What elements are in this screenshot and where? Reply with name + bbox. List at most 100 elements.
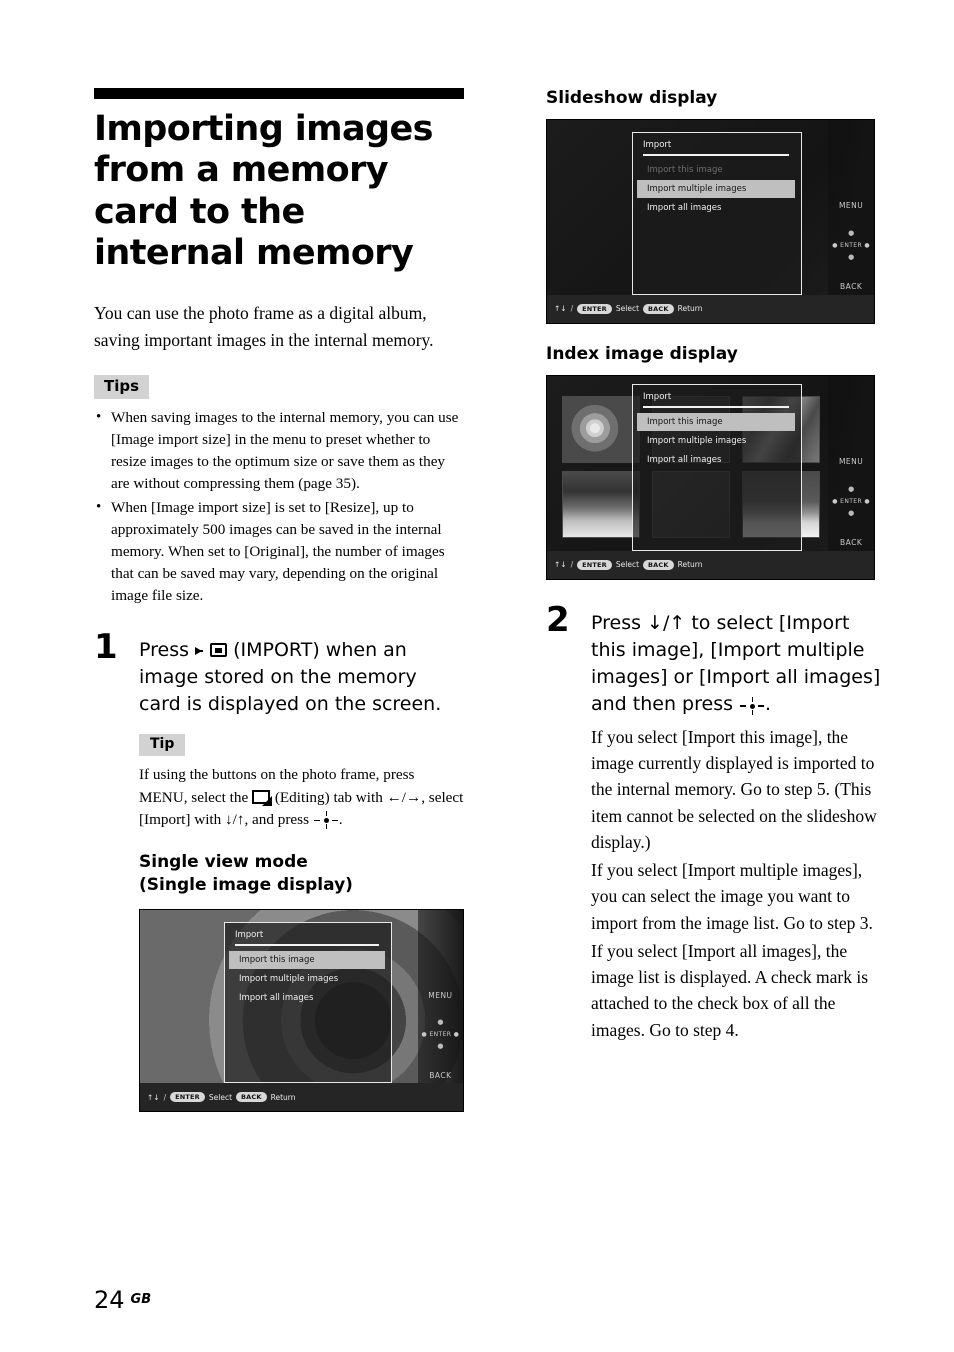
menu-title: Import (234, 930, 264, 941)
page-region-label: GB (130, 1292, 152, 1307)
device-status-bar: ↑↓ / ENTER Select BACK Return (140, 1083, 463, 1112)
arrows-icon: ↑↓ (147, 1092, 160, 1102)
enter-button-label[interactable]: ● ENTER ● (418, 1031, 463, 1038)
single-view-line-2: (Single image display) (139, 875, 353, 896)
device-status-bar: ↑↓ / ENTER Select BACK Return (547, 550, 874, 579)
screenshot-single-image-display: Import Import this image Import multiple… (139, 909, 464, 1113)
arrows-icon: ↑↓ (554, 560, 567, 570)
step-2-paragraph: If you select [Import multiple images], … (591, 860, 873, 933)
right-column: Slideshow display Import Import this ima… (546, 88, 886, 1045)
arrows-icon: ↑↓ (554, 304, 567, 314)
step-2-lead-part-1: Press ↓/↑ to select [Import this image],… (591, 612, 881, 715)
tips-block: Tips When saving images to the internal … (94, 375, 464, 607)
up-dot-icon: ● (848, 484, 855, 493)
index-display-heading: Index image display (546, 344, 738, 364)
page-footer: 24 GB (94, 1286, 151, 1314)
down-dot-icon: ● (437, 1042, 444, 1051)
menu-item-import-all-images[interactable]: Import all images (229, 989, 385, 1007)
page-title: Importing images from a memory card to t… (94, 109, 433, 273)
thumbnail-image[interactable] (561, 471, 641, 539)
enter-pill: ENTER (577, 303, 612, 314)
menu-item-import-multiple-images[interactable]: Import multiple images (637, 179, 796, 198)
import-menu-panel: Import Import this image Import multiple… (223, 922, 392, 1084)
device-side-buttons: MENU ● ● ENTER ● ● BACK (828, 120, 874, 323)
enter-button-icon (313, 811, 339, 830)
title-rule (94, 88, 464, 99)
return-label: Return (677, 304, 703, 314)
tip-block: Tip If using the buttons on the photo fr… (139, 734, 464, 831)
screenshot-index-image-display: Import Import this image Import multiple… (546, 375, 875, 580)
return-label: Return (677, 560, 703, 570)
step-2-paragraph: If you select [Import this image], the i… (591, 726, 877, 852)
document-page: Importing images from a memory card to t… (0, 0, 954, 1352)
screenshot-slideshow-display: Import Import this image Import multiple… (546, 119, 875, 324)
menu-divider (234, 944, 379, 946)
enter-button-label[interactable]: ● ENTER ● (828, 498, 874, 505)
down-dot-icon: ● (848, 252, 855, 261)
return-label: Return (270, 1092, 296, 1102)
list-item: When saving images to the internal memor… (94, 407, 464, 495)
tips-list: When saving images to the internal memor… (94, 407, 464, 607)
slideshow-display-heading: Slideshow display (546, 88, 718, 108)
tips-badge: Tips (94, 375, 150, 399)
left-column: Importing images from a memory card to t… (94, 88, 464, 1113)
up-dot-icon: ● (848, 228, 855, 237)
step-2-lead-part-2: . (765, 692, 772, 715)
menu-item-import-multiple-images[interactable]: Import multiple images (229, 970, 385, 988)
menu-divider (643, 154, 790, 156)
device-side-buttons: MENU ● ● ENTER ● ● BACK (828, 376, 874, 579)
step-2: 2 Press ↓/↑ to select [Import this image… (546, 603, 886, 1043)
single-view-subheading: Single view mode (Single image display) (139, 851, 464, 897)
menu-button-label[interactable]: MENU (828, 457, 874, 466)
device-side-buttons: MENU ● ● ENTER ● ● BACK (417, 910, 463, 1112)
menu-title: Import (643, 140, 672, 151)
tip-text: If using the buttons on the photo frame,… (139, 764, 464, 831)
back-button-label[interactable]: BACK (418, 1071, 463, 1080)
select-label: Select (615, 304, 640, 314)
back-pill: BACK (643, 303, 674, 314)
page-number: 24 (94, 1286, 125, 1314)
single-view-line-1: Single view mode (139, 852, 308, 873)
enter-pill: ENTER (170, 1092, 205, 1103)
import-menu-panel: Import Import this image Import multiple… (632, 132, 803, 295)
enter-pill: ENTER (577, 559, 612, 570)
step-2-number: 2 (546, 600, 570, 640)
step-1-number: 1 (94, 627, 118, 668)
down-dot-icon: ● (848, 508, 855, 517)
menu-item-import-all-images[interactable]: Import all images (637, 451, 795, 469)
status-separator: / (570, 304, 574, 314)
select-label: Select (208, 1092, 233, 1102)
menu-divider (643, 406, 790, 408)
status-separator: / (570, 560, 574, 570)
step-2-paragraph: If you select [Import all images], the i… (591, 940, 869, 1040)
menu-button-label[interactable]: MENU (418, 991, 463, 1000)
back-pill: BACK (643, 559, 674, 570)
intro-paragraph: You can use the photo frame as a digital… (94, 303, 434, 350)
thumbnail-image[interactable] (561, 396, 641, 464)
up-dot-icon: ● (437, 1017, 444, 1026)
menu-item-import-this-image[interactable]: Import this image (637, 412, 796, 431)
menu-item-import-multiple-images[interactable]: Import multiple images (637, 432, 795, 450)
menu-button-label[interactable]: MENU (828, 201, 874, 210)
step-1-instruction: Press (IMPORT) when an image stored on t… (139, 637, 464, 718)
tip-text-part-3: . (338, 811, 343, 829)
enter-button-label[interactable]: ● ENTER ● (828, 242, 874, 249)
select-label: Select (615, 560, 640, 570)
step-2-instruction: Press ↓/↑ to select [Import this image],… (591, 610, 886, 718)
back-button-label[interactable]: BACK (828, 282, 874, 291)
menu-item-import-this-image: Import this image (647, 164, 723, 175)
menu-item-import-this-image[interactable]: Import this image (228, 951, 385, 969)
menu-title: Import (643, 392, 672, 403)
editing-tab-icon (252, 789, 273, 806)
tip-badge: Tip (139, 734, 186, 757)
step-1: 1 Press (IMPORT) when an image stored on… (94, 630, 464, 1113)
import-icon (195, 643, 228, 658)
back-button-label[interactable]: BACK (828, 538, 874, 547)
enter-button-icon (739, 696, 765, 715)
menu-item-import-all-images[interactable]: Import all images (637, 199, 795, 217)
step-1-lead-before: Press (139, 639, 190, 662)
step-2-body: If you select [Import this image], the i… (591, 724, 886, 1043)
status-separator: / (163, 1092, 167, 1102)
list-item: When [Image import size] is set to [Resi… (94, 497, 464, 607)
device-status-bar: ↑↓ / ENTER Select BACK Return (547, 294, 874, 323)
